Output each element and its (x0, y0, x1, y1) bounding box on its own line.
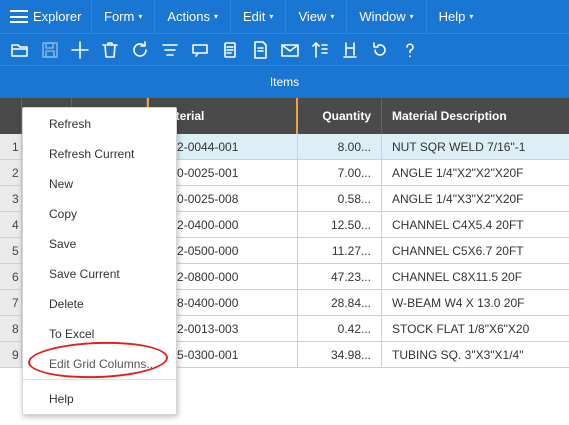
pin-icon[interactable] (335, 35, 365, 65)
context-menu-refresh-current[interactable]: Refresh Current (23, 139, 176, 169)
email-icon[interactable] (275, 35, 305, 65)
quantity-cell[interactable]: 12.50... (298, 212, 382, 237)
description-cell[interactable]: CHANNEL C8X11.5 20F (382, 264, 569, 289)
menu-actions[interactable]: Actions ▾ (155, 0, 230, 33)
description-cell[interactable]: NUT SQR WELD 7/16"-1 (382, 134, 569, 159)
quantity-cell[interactable]: 7.00... (298, 160, 382, 185)
row-number: 1 (0, 134, 22, 159)
row-number: 7 (0, 290, 22, 315)
filter-icon[interactable] (155, 35, 185, 65)
add-icon[interactable] (65, 35, 95, 65)
row-number: 4 (0, 212, 22, 237)
description-cell[interactable]: TUBING SQ. 3"X3"X1/4" (382, 342, 569, 367)
quantity-cell[interactable]: 0.58... (298, 186, 382, 211)
context-menu-save[interactable]: Save (23, 229, 176, 259)
row-number: 5 (0, 238, 22, 263)
section-title: Items (0, 65, 569, 98)
chevron-down-icon: ▾ (409, 12, 414, 21)
menu-actions-label: Actions (167, 9, 210, 24)
context-menu-new[interactable]: New (23, 169, 176, 199)
context-menu-copy[interactable]: Copy (23, 199, 176, 229)
description-cell[interactable]: CHANNEL C4X5.4 20FT (382, 212, 569, 237)
row-number: 8 (0, 316, 22, 341)
menu-edit-label: Edit (243, 9, 266, 24)
chevron-down-icon: ▾ (269, 12, 274, 21)
context-menu-delete[interactable]: Delete (23, 289, 176, 319)
context-menu-refresh[interactable]: Refresh (23, 109, 176, 139)
menu-help-label: Help (438, 9, 466, 24)
sort-icon[interactable] (305, 35, 335, 65)
quantity-cell[interactable]: 28.84... (298, 290, 382, 315)
menu-view[interactable]: View ▾ (286, 0, 346, 33)
description-cell[interactable]: ANGLE 1/4"X2"X2"X20F (382, 160, 569, 185)
quantity-cell[interactable]: 47.23... (298, 264, 382, 289)
menu-window[interactable]: Window ▾ (347, 0, 425, 33)
row-number: 9 (0, 342, 22, 367)
column-header-material-description[interactable]: Material Description (382, 98, 569, 134)
hamburger-icon (10, 10, 28, 23)
explorer-label: Explorer (33, 9, 82, 24)
chevron-down-icon: ▾ (138, 12, 143, 21)
menu-view-label: View (298, 9, 327, 24)
description-cell[interactable]: CHANNEL C5X6.7 20FT (382, 238, 569, 263)
chevron-down-icon: ▾ (330, 12, 335, 21)
open-folder-icon[interactable] (5, 35, 35, 65)
menu-form-label: Form (104, 9, 135, 24)
context-menu-help[interactable]: Help (23, 380, 176, 418)
menu-form[interactable]: Form ▾ (92, 0, 154, 33)
notes-icon[interactable] (215, 35, 245, 65)
description-cell[interactable]: W-BEAM W4 X 13.0 20F (382, 290, 569, 315)
delete-icon[interactable] (95, 35, 125, 65)
menu-window-label: Window (359, 9, 406, 24)
help-icon[interactable] (395, 35, 425, 65)
menu-help[interactable]: Help ▾ (427, 0, 486, 33)
menu-edit[interactable]: Edit ▾ (231, 0, 285, 33)
context-menu-save-current[interactable]: Save Current (23, 259, 176, 289)
row-number: 6 (0, 264, 22, 289)
chevron-down-icon: ▾ (469, 12, 474, 21)
refresh-icon[interactable] (125, 35, 155, 65)
explorer-button[interactable]: Explorer (0, 0, 92, 33)
quantity-cell[interactable]: 8.00... (298, 134, 382, 159)
toolbar (0, 33, 569, 65)
description-cell[interactable]: STOCK FLAT 1/8"X6"X20 (382, 316, 569, 341)
undo-icon[interactable] (365, 35, 395, 65)
comment-icon[interactable] (185, 35, 215, 65)
quantity-cell[interactable]: 0.42... (298, 316, 382, 341)
save-icon[interactable] (35, 35, 65, 65)
quantity-cell[interactable]: 34.98... (298, 342, 382, 367)
row-number: 2 (0, 160, 22, 185)
document-icon[interactable] (245, 35, 275, 65)
description-cell[interactable]: ANGLE 1/4"X3"X2"X20F (382, 186, 569, 211)
row-number: 3 (0, 186, 22, 211)
column-header-quantity[interactable]: Quantity (298, 98, 382, 134)
quantity-cell[interactable]: 11.27... (298, 238, 382, 263)
column-header-row-num[interactable] (0, 98, 22, 134)
menu-bar: Explorer Form ▾ Actions ▾ Edit ▾ View ▾ Wind… (0, 0, 569, 33)
chevron-down-icon: ▾ (214, 12, 219, 21)
